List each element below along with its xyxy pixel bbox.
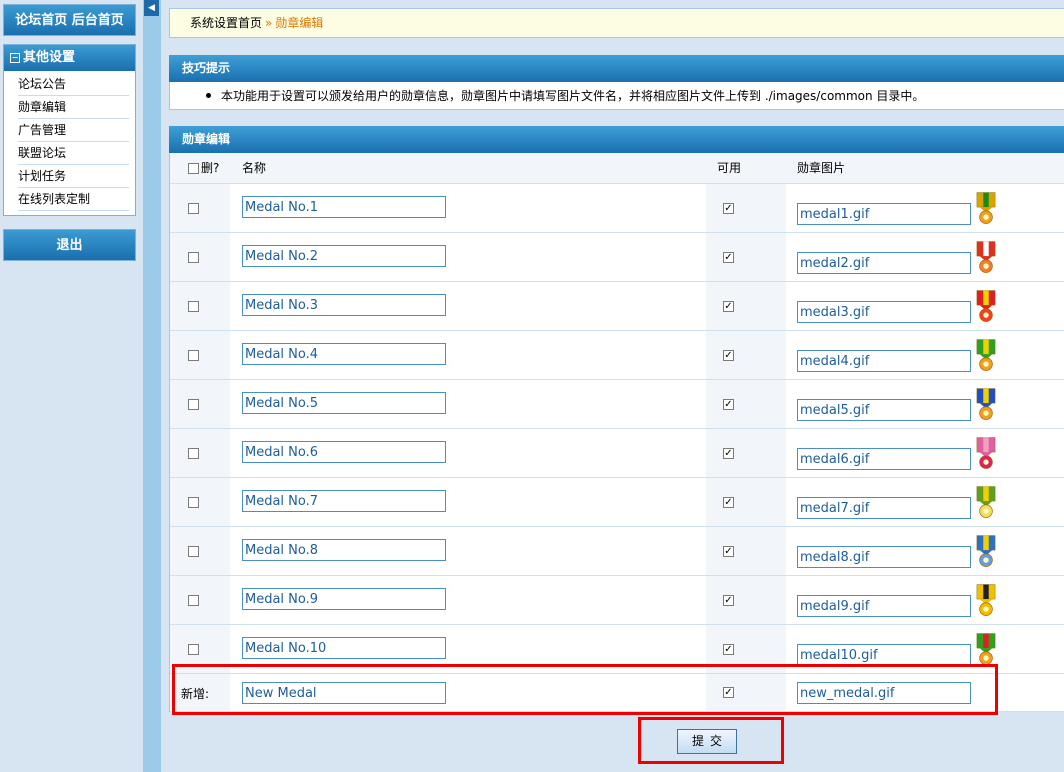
breadcrumb-home[interactable]: 系统设置首页 (190, 16, 262, 30)
table-header: 删? 名称 可用 勋章图片 (170, 153, 1064, 184)
bullet-icon (206, 93, 211, 98)
table-row: ✓ (170, 233, 1064, 282)
delete-checkbox[interactable] (188, 546, 199, 557)
col-image: 勋章图片 (797, 161, 846, 175)
delete-checkbox[interactable] (188, 595, 199, 606)
available-checkbox[interactable]: ✓ (723, 595, 734, 606)
col-name: 名称 (242, 161, 267, 175)
medal-image-input[interactable] (797, 399, 971, 421)
delete-checkbox[interactable] (188, 644, 199, 655)
nav-item-announcement[interactable]: 论坛公告 (18, 73, 129, 96)
nav-menu: − 其他设置 论坛公告 勋章编辑 广告管理 联盟论坛 计划任务 在线列表定制 (3, 44, 136, 216)
delete-checkbox[interactable] (188, 448, 199, 459)
medal-table: 删? 名称 可用 勋章图片 ✓✓✓✓✓✓✓✓✓✓ 新增: ✓ (169, 153, 1064, 712)
medal-editor-title: 勋章编辑 (169, 126, 1064, 153)
medal-icon (976, 290, 996, 322)
available-checkbox[interactable]: ✓ (723, 644, 734, 655)
medal-icon (976, 192, 996, 224)
table-row: ✓ (170, 184, 1064, 233)
medal-image-input[interactable] (797, 301, 971, 323)
table-row: ✓ (170, 429, 1064, 478)
table-row: ✓ (170, 527, 1064, 576)
medal-image-input[interactable] (797, 644, 971, 666)
available-checkbox[interactable]: ✓ (723, 448, 734, 459)
medal-image-input[interactable] (797, 350, 971, 372)
medal-image-input[interactable] (797, 203, 971, 225)
nav-home-links[interactable]: 论坛首页 后台首页 (3, 4, 136, 36)
medal-icon (976, 486, 996, 518)
medal-name-input[interactable] (242, 343, 446, 365)
available-checkbox[interactable]: ✓ (723, 301, 734, 312)
col-delete: 删? (201, 161, 220, 175)
medal-icon (976, 388, 996, 420)
delete-checkbox[interactable] (188, 203, 199, 214)
breadcrumb: 系统设置首页» 勋章编辑 (169, 8, 1064, 38)
medal-icon (976, 241, 996, 273)
medal-name-input[interactable] (242, 392, 446, 414)
highlight-box-new-row (172, 664, 998, 715)
nav-item-ads[interactable]: 广告管理 (18, 119, 129, 142)
frame-splitter[interactable]: ◀ (143, 0, 161, 772)
available-checkbox[interactable]: ✓ (723, 497, 734, 508)
medal-image-input[interactable] (797, 252, 971, 274)
breadcrumb-current: 勋章编辑 (275, 16, 324, 30)
tips-body: 本功能用于设置可以颁发给用户的勋章信息，勋章图片中请填写图片文件名，并将相应图片… (169, 82, 1064, 110)
nav-section-title[interactable]: − 其他设置 (4, 45, 135, 71)
medal-icon (976, 437, 996, 469)
collapse-icon[interactable]: − (10, 53, 20, 63)
nav-item-online-list[interactable]: 在线列表定制 (18, 188, 129, 211)
tips-title: 技巧提示 (169, 55, 1064, 82)
medal-image-input[interactable] (797, 497, 971, 519)
available-checkbox[interactable]: ✓ (723, 399, 734, 410)
tips-text: 本功能用于设置可以颁发给用户的勋章信息，勋章图片中请填写图片文件名，并将相应图片… (221, 89, 925, 103)
delete-checkbox[interactable] (188, 350, 199, 361)
medal-name-input[interactable] (242, 637, 446, 659)
logout-button[interactable]: 退出 (3, 229, 136, 261)
available-checkbox[interactable]: ✓ (723, 203, 734, 214)
nav-section-label: 其他设置 (23, 50, 76, 65)
table-row: ✓ (170, 478, 1064, 527)
medal-name-input[interactable] (242, 245, 446, 267)
left-nav: 论坛首页 后台首页 − 其他设置 论坛公告 勋章编辑 广告管理 联盟论坛 计划任务… (0, 0, 143, 772)
collapse-arrow-icon[interactable]: ◀ (144, 0, 159, 16)
delete-checkbox[interactable] (188, 497, 199, 508)
submit-area (169, 710, 1064, 772)
available-checkbox[interactable]: ✓ (723, 546, 734, 557)
delete-checkbox[interactable] (188, 399, 199, 410)
medal-name-input[interactable] (242, 490, 446, 512)
medal-name-input[interactable] (242, 588, 446, 610)
medal-image-input[interactable] (797, 448, 971, 470)
medal-name-input[interactable] (242, 441, 446, 463)
table-rows: ✓ ✓ ✓ ✓ ✓ ✓ ✓ ✓ ✓ ✓ (170, 184, 1064, 674)
medal-icon (976, 584, 996, 616)
col-available: 可用 (717, 161, 742, 175)
table-row: ✓ (170, 282, 1064, 331)
medal-image-input[interactable] (797, 546, 971, 568)
nav-list: 论坛公告 勋章编辑 广告管理 联盟论坛 计划任务 在线列表定制 (4, 71, 135, 211)
breadcrumb-separator: » (265, 16, 273, 30)
medal-name-input[interactable] (242, 539, 446, 561)
nav-item-union-forum[interactable]: 联盟论坛 (18, 142, 129, 165)
delete-checkbox[interactable] (188, 252, 199, 263)
delete-checkbox[interactable] (188, 301, 199, 312)
nav-item-medal-edit[interactable]: 勋章编辑 (18, 96, 129, 119)
medal-icon (976, 633, 996, 665)
nav-item-cron[interactable]: 计划任务 (18, 165, 129, 188)
highlight-box-submit (638, 717, 784, 764)
table-row: ✓ (170, 380, 1064, 429)
table-row: ✓ (170, 331, 1064, 380)
medal-icon (976, 535, 996, 567)
medal-name-input[interactable] (242, 294, 446, 316)
medal-image-input[interactable] (797, 595, 971, 617)
table-row: ✓ (170, 576, 1064, 625)
available-checkbox[interactable]: ✓ (723, 252, 734, 263)
medal-name-input[interactable] (242, 196, 446, 218)
medal-icon (976, 339, 996, 371)
select-all-checkbox[interactable] (188, 163, 199, 174)
available-checkbox[interactable]: ✓ (723, 350, 734, 361)
